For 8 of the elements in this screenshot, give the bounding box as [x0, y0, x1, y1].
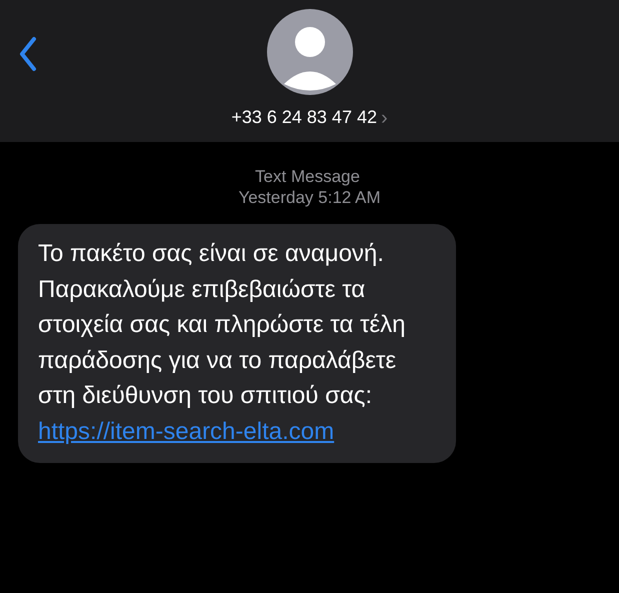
service-label: Text Message: [255, 166, 360, 187]
message-text: Το πακέτο σας είναι σε αναμονή. Παρακαλούμε επιβεβαιώστε τα στοιχεία σας και πληρώστε τα τέλη παράδοσης για να το παραλάβετε στη διεύθυνση του σπιτιού σας: https://item-search-elta.com: [38, 239, 406, 446]
chevron-icon[interactable]: ›: [380, 108, 388, 128]
back-icon[interactable]: [18, 36, 38, 72]
message-timestamp: Yesterday 5:12 AM: [238, 187, 381, 208]
message-link[interactable]: https://item-search-elta.com: [38, 418, 334, 444]
avatar-icon[interactable]: [266, 9, 352, 95]
contact-number[interactable]: +33 6 24 83 47 42: [231, 107, 377, 128]
